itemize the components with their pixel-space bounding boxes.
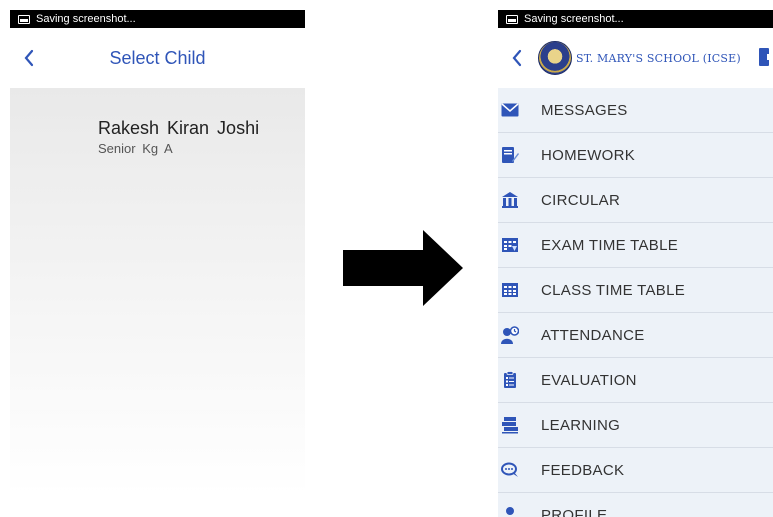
menu-item-attendance[interactable]: ATTENDANCE xyxy=(498,313,773,358)
back-button[interactable] xyxy=(12,41,46,75)
attendance-person-clock-icon xyxy=(501,326,519,344)
menu-item-circular[interactable]: CIRCULAR xyxy=(498,178,773,223)
menu-item-label: EXAM TIME TABLE xyxy=(541,236,679,254)
menu-item-feedback[interactable]: FEEDBACK xyxy=(498,448,773,493)
school-name: ST. MARY'S SCHOOL (ICSE) xyxy=(576,51,741,65)
menu-item-label: HOMEWORK xyxy=(541,146,636,164)
menu-item-label: FEEDBACK xyxy=(541,461,625,479)
status-text: Saving screenshot... xyxy=(524,13,624,25)
exam-timetable-icon xyxy=(501,236,519,254)
class-timetable-icon xyxy=(501,281,519,299)
menu-item-profile[interactable]: PROFILE xyxy=(498,493,773,517)
menu-item-messages[interactable]: MESSAGES xyxy=(498,88,773,133)
menu-item-label: MESSAGES xyxy=(541,101,628,119)
app-bar: Select Child xyxy=(10,28,305,88)
child-list: Rakesh Kiran Joshi Senior Kg A xyxy=(10,88,305,495)
child-name: Rakesh Kiran Joshi xyxy=(98,118,260,138)
select-child-screen: Saving screenshot... Select Child Rakesh… xyxy=(10,10,305,495)
menu-item-label: CIRCULAR xyxy=(541,191,621,209)
circular-building-icon xyxy=(501,191,519,209)
child-list-item[interactable]: Rakesh Kiran Joshi Senior Kg A xyxy=(98,118,259,156)
screenshot-icon xyxy=(506,14,518,24)
menu-item-exam-time-table[interactable]: EXAM TIME TABLE xyxy=(498,223,773,268)
dashboard-menu: MESSAGES HOMEWORK CIRCULAR EXAM TIME TAB… xyxy=(498,88,773,517)
status-bar: Saving screenshot... xyxy=(10,10,305,28)
chevron-left-icon xyxy=(24,49,34,67)
right-arrow-icon xyxy=(343,230,463,306)
homework-notebook-icon xyxy=(501,146,519,164)
chevron-left-icon xyxy=(512,49,522,67)
screenshot-stage: Saving screenshot... Select Child Rakesh… xyxy=(0,0,773,517)
menu-item-label: LEARNING xyxy=(541,416,621,434)
menu-item-evaluation[interactable]: EVALUATION xyxy=(498,358,773,403)
envelope-icon xyxy=(501,101,519,119)
feedback-chat-icon xyxy=(501,461,519,479)
evaluation-clipboard-icon xyxy=(501,371,519,389)
dashboard-screen: Saving screenshot... ST. MARY'S SCHOOL (… xyxy=(498,10,773,517)
profile-person-icon xyxy=(501,506,519,517)
child-class-section: Senior Kg A xyxy=(98,141,173,156)
learning-books-icon xyxy=(501,416,519,434)
status-text: Saving screenshot... xyxy=(36,13,136,25)
logout-button[interactable] xyxy=(759,48,773,66)
menu-item-learning[interactable]: LEARNING xyxy=(498,403,773,448)
back-button[interactable] xyxy=(500,41,534,75)
menu-item-label: CLASS TIME TABLE xyxy=(541,281,686,299)
page-title: Select Child xyxy=(109,47,206,68)
menu-item-homework[interactable]: HOMEWORK xyxy=(498,133,773,178)
status-bar: Saving screenshot... xyxy=(498,10,773,28)
screenshot-icon xyxy=(18,14,30,24)
menu-item-label: PROFILE xyxy=(541,506,608,517)
menu-item-class-time-table[interactable]: CLASS TIME TABLE xyxy=(498,268,773,313)
menu-item-label: ATTENDANCE xyxy=(541,326,645,344)
app-bar: ST. MARY'S SCHOOL (ICSE) xyxy=(498,28,773,88)
menu-item-label: EVALUATION xyxy=(541,371,637,389)
school-logo xyxy=(538,41,572,75)
